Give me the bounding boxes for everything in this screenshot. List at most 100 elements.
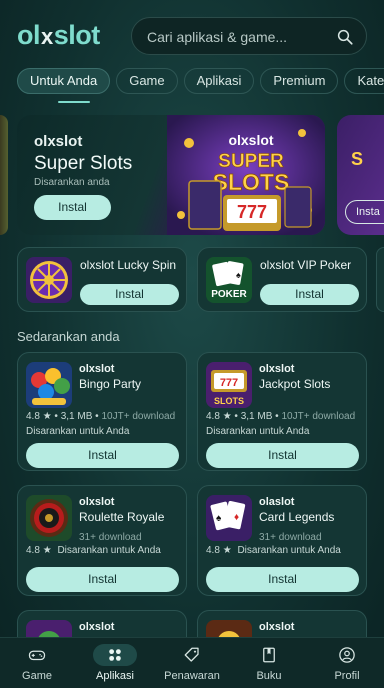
tab-untuk-anda[interactable]: Untuk Anda [17,68,111,94]
app-card-roulette-royale[interactable]: olxslot Roulette Royale 31+ download 4.8… [17,485,187,596]
svg-text:777: 777 [220,377,238,389]
nav-item-buku[interactable]: Buku [233,638,305,688]
app-card-bingo-party[interactable]: olxslot Bingo Party 4.8 ★ • 3,1 MB • 10J… [17,352,187,471]
search-input[interactable]: Cari aplikasi & game... [131,17,367,55]
download-count: 10JT+ download [101,411,176,422]
featured-title: olxslot VIP Poker [260,258,352,272]
peek-install-button[interactable]: Insta [345,200,384,224]
carousel-next-card[interactable]: S Insta [337,115,384,235]
svg-text:♠: ♠ [236,270,241,280]
svg-text:SLOTS: SLOTS [214,396,244,406]
hero-title: Super Slots [34,153,133,174]
featured-next-card[interactable] [376,247,384,312]
download-count: 31+ download [259,532,322,543]
hero-brand: olxslot [34,133,83,150]
card-brand: olxslot [259,621,295,633]
card-note: Disarankan untuk Anda [237,545,341,556]
app-card-card-legends[interactable]: ♦ ♠ olaslot Card Legends 31+ download 4.… [197,485,367,596]
card-title: Bingo Party [79,377,142,391]
tag-icon [184,647,199,662]
rating-value: 4.8 [26,411,40,422]
card-note: Disarankan untuk Anda [26,426,130,437]
star-icon: ★ [222,411,232,422]
download-count: 10JT+ download [281,411,356,422]
featured-title: olxslot Lucky Spin [80,258,177,272]
install-button[interactable]: Instal [206,443,359,468]
svg-text:♠: ♠ [216,513,222,524]
app-card-partial-2[interactable]: olxslot [197,610,367,666]
nav-label: Aplikasi [96,670,134,682]
card-note: Disarankan untuk Anda [206,426,310,437]
card-meta: 4.8 ★ Disarankan untuk Anda [26,545,161,556]
carousel-prev-card[interactable] [0,115,8,235]
hero-banner[interactable]: olxslot Super Slots Disarankan anda Inst… [17,115,325,235]
nav-item-game[interactable]: Game [1,638,73,688]
card-title: Card Legends [259,510,335,524]
featured-card-lucky-spin[interactable]: olxslot Lucky Spin Instal [17,247,187,312]
star-icon: ★ [42,545,52,556]
app-card-jackpot-slots[interactable]: 777 SLOTS olxslot Jackpot Slots 4.8 ★ • … [197,352,367,471]
star-icon: ★ [42,411,52,422]
art-brand: olxslot [228,132,273,148]
card-meta: 4.8 ★ • 3,1 MB • 10JT+ download [206,411,356,422]
card-note: Disarankan untuk Anda [57,545,161,556]
card-meta: 4.8 ★ Disarankan untuk Anda [206,545,341,556]
book-icon [263,647,275,663]
tab-game[interactable]: Game [116,68,178,94]
card-title: Roulette Royale [79,510,165,524]
nav-item-profil[interactable]: Profil [311,638,383,688]
install-button[interactable]: Instal [26,443,179,468]
install-button[interactable]: Instal [260,284,359,305]
card-meta: 4.8 ★ • 3,1 MB • 10JT+ download [26,411,176,422]
section-title: Sedarankan anda [17,329,120,344]
svg-text:♦: ♦ [234,512,239,523]
art-reels: 777 [237,202,267,222]
rating-value: 4.8 [206,545,220,556]
super-slots-artwork: olxslot SUPER SLOTS 777 [167,115,325,235]
install-button[interactable]: Instal [206,567,359,592]
logo-text-x: x [41,24,53,49]
app-size: 3,1 MB [240,411,273,422]
gamepad-icon [28,650,46,661]
nav-item-aplikasi[interactable]: Aplikasi [79,638,151,688]
card-brand: olaslot [259,496,295,508]
app-size: 3,1 MB [60,411,93,422]
tab-kategori[interactable]: Kategori ▾ [344,68,384,94]
art-title-2: SLOTS [213,169,290,195]
card-brand: olxslot [79,621,115,633]
nav-label: Profil [334,670,360,682]
hero-subtitle: Disarankan anda [34,177,110,188]
app-header: olxslot Cari aplikasi & game... [0,0,384,64]
profile-icon [339,647,355,663]
rating-value: 4.8 [26,545,40,556]
star-icon: ★ [222,545,232,556]
install-button[interactable]: Instal [26,567,179,592]
card-legends-thumbnail: ♦ ♠ [206,495,252,541]
card-brand: olxslot [79,363,115,375]
jackpot-slots-thumbnail: 777 SLOTS [206,362,252,408]
roulette-royale-thumbnail [26,495,72,541]
nav-label: Buku [256,670,282,682]
svg-text:POKER: POKER [211,289,247,300]
featured-card-vip-poker[interactable]: ♠ POKER olxslot VIP Poker Instal [197,247,367,312]
app-logo[interactable]: olxslot [17,20,100,51]
tab-premium[interactable]: Premium [260,68,339,94]
tab-kategori-label: Kategori [357,73,384,88]
bingo-party-thumbnail [26,362,72,408]
search-icon[interactable] [336,28,354,46]
hero-install-button[interactable]: Instal [34,195,111,220]
search-placeholder: Cari aplikasi & game... [147,29,288,45]
tab-aplikasi[interactable]: Aplikasi [183,68,255,94]
category-tabs: Untuk AndaGameAplikasiPremiumKategori ▾ [17,68,384,96]
active-tab-indicator [58,101,90,103]
install-button[interactable]: Instal [80,284,179,305]
rating-value: 4.8 [206,411,220,422]
card-brand: olxslot [259,363,295,375]
nav-label: Game [22,670,52,682]
vip-poker-thumbnail: ♠ POKER [206,257,252,303]
download-count: 31+ download [79,532,142,543]
app-card-partial-1[interactable]: olxslot [17,610,187,666]
apps-icon [109,649,121,661]
nav-item-penawaran[interactable]: Penawaran [156,638,228,688]
lucky-spin-thumbnail [26,257,72,303]
